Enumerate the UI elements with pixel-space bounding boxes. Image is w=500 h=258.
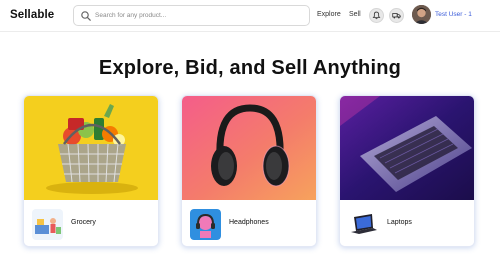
card-footer: Grocery — [24, 200, 158, 246]
category-card-grocery[interactable]: Grocery — [23, 95, 159, 247]
category-card-laptops[interactable]: Laptops — [339, 95, 475, 247]
user-name-link[interactable]: Test User - 1 — [435, 11, 472, 18]
avatar-photo — [412, 5, 431, 24]
grocery-thumb-icon — [32, 209, 63, 240]
laptop-image — [340, 96, 474, 200]
category-label: Headphones — [229, 219, 269, 226]
category-card-headphones[interactable]: Headphones — [181, 95, 317, 247]
card-footer: Headphones — [182, 200, 316, 246]
page-title: Explore, Bid, and Sell Anything — [98, 57, 402, 79]
brand-logo[interactable]: Sellable — [10, 9, 54, 21]
truck-icon — [392, 13, 401, 19]
bell-icon — [372, 11, 381, 20]
notifications-button[interactable] — [369, 8, 384, 23]
orders-button[interactable] — [389, 8, 404, 23]
category-label: Grocery — [71, 219, 96, 226]
category-label: Laptops — [387, 219, 412, 226]
nav-sell-link[interactable]: Sell — [349, 11, 361, 18]
headphones-image — [182, 96, 316, 200]
grocery-basket-image — [24, 96, 158, 200]
user-avatar[interactable] — [412, 5, 431, 24]
laptop-thumb-icon — [348, 209, 379, 240]
search-icon — [81, 11, 91, 21]
headphones-thumb-icon — [190, 209, 221, 240]
nav-explore-link[interactable]: Explore — [317, 11, 341, 18]
card-footer: Laptops — [340, 200, 474, 246]
search-input[interactable] — [95, 8, 305, 23]
search-bar[interactable] — [73, 5, 310, 26]
top-navbar: Sellable Explore Sell Test User - 1 — [0, 0, 500, 32]
